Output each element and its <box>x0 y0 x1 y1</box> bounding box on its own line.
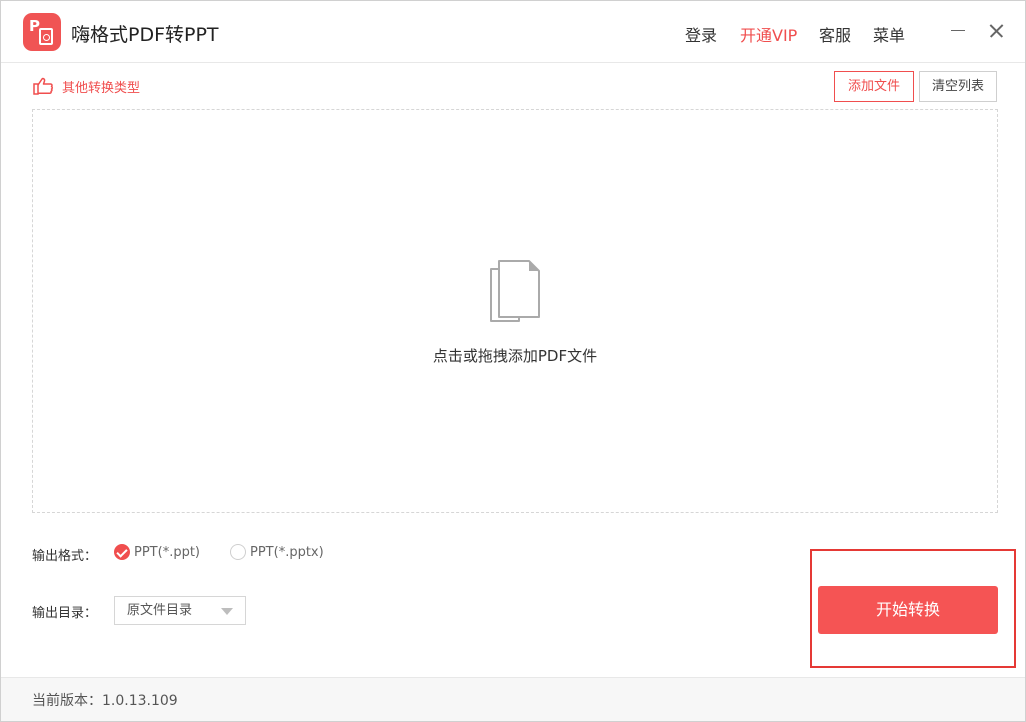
radio-checked-icon <box>114 544 130 560</box>
customer-service-link[interactable]: 客服 <box>819 22 851 46</box>
drop-zone-hint: 点击或拖拽添加PDF文件 <box>432 347 598 365</box>
format-pptx-label: PPT(*.pptx) <box>250 544 324 560</box>
file-drop-zone[interactable]: 点击或拖拽添加PDF文件 <box>32 109 998 513</box>
minimize-icon[interactable] <box>947 19 971 43</box>
app-window: P 嗨格式PDF转PPT 登录 开通VIP 客服 菜单 其他转换类型 添加文件 … <box>0 0 1026 722</box>
vip-link[interactable]: 开通VIP <box>740 22 797 46</box>
app-title: 嗨格式PDF转PPT <box>71 24 219 46</box>
files-icon <box>490 260 540 322</box>
output-directory-select[interactable]: 原文件目录 <box>114 596 246 625</box>
clear-list-button[interactable]: 清空列表 <box>919 71 997 102</box>
pointing-hand-icon <box>33 77 53 95</box>
login-link[interactable]: 登录 <box>685 22 717 46</box>
other-types-label: 其他转换类型 <box>62 80 141 96</box>
version-text: 当前版本：1.0.13.109 <box>32 693 178 709</box>
document-icon <box>39 28 53 45</box>
output-directory-label: 输出目录： <box>32 606 98 621</box>
output-format-label: 输出格式： <box>32 549 98 564</box>
format-pptx-radio[interactable]: PPT(*.pptx) <box>230 544 324 560</box>
title-bar: P 嗨格式PDF转PPT 登录 开通VIP 客服 菜单 <box>1 1 1025 63</box>
format-ppt-radio[interactable]: PPT(*.ppt) <box>114 544 200 560</box>
add-file-button[interactable]: 添加文件 <box>834 71 914 102</box>
close-icon[interactable] <box>985 19 1009 43</box>
menu-link[interactable]: 菜单 <box>873 22 905 46</box>
start-conversion-button[interactable]: 开始转换 <box>818 586 998 634</box>
status-bar: 当前版本：1.0.13.109 <box>1 677 1025 721</box>
other-conversion-types-link[interactable]: 其他转换类型 <box>32 76 140 96</box>
output-directory-value: 原文件目录 <box>127 603 193 618</box>
chevron-down-icon <box>221 608 233 615</box>
radio-unchecked-icon <box>230 544 246 560</box>
format-ppt-label: PPT(*.ppt) <box>134 544 200 560</box>
app-logo: P <box>23 13 61 51</box>
